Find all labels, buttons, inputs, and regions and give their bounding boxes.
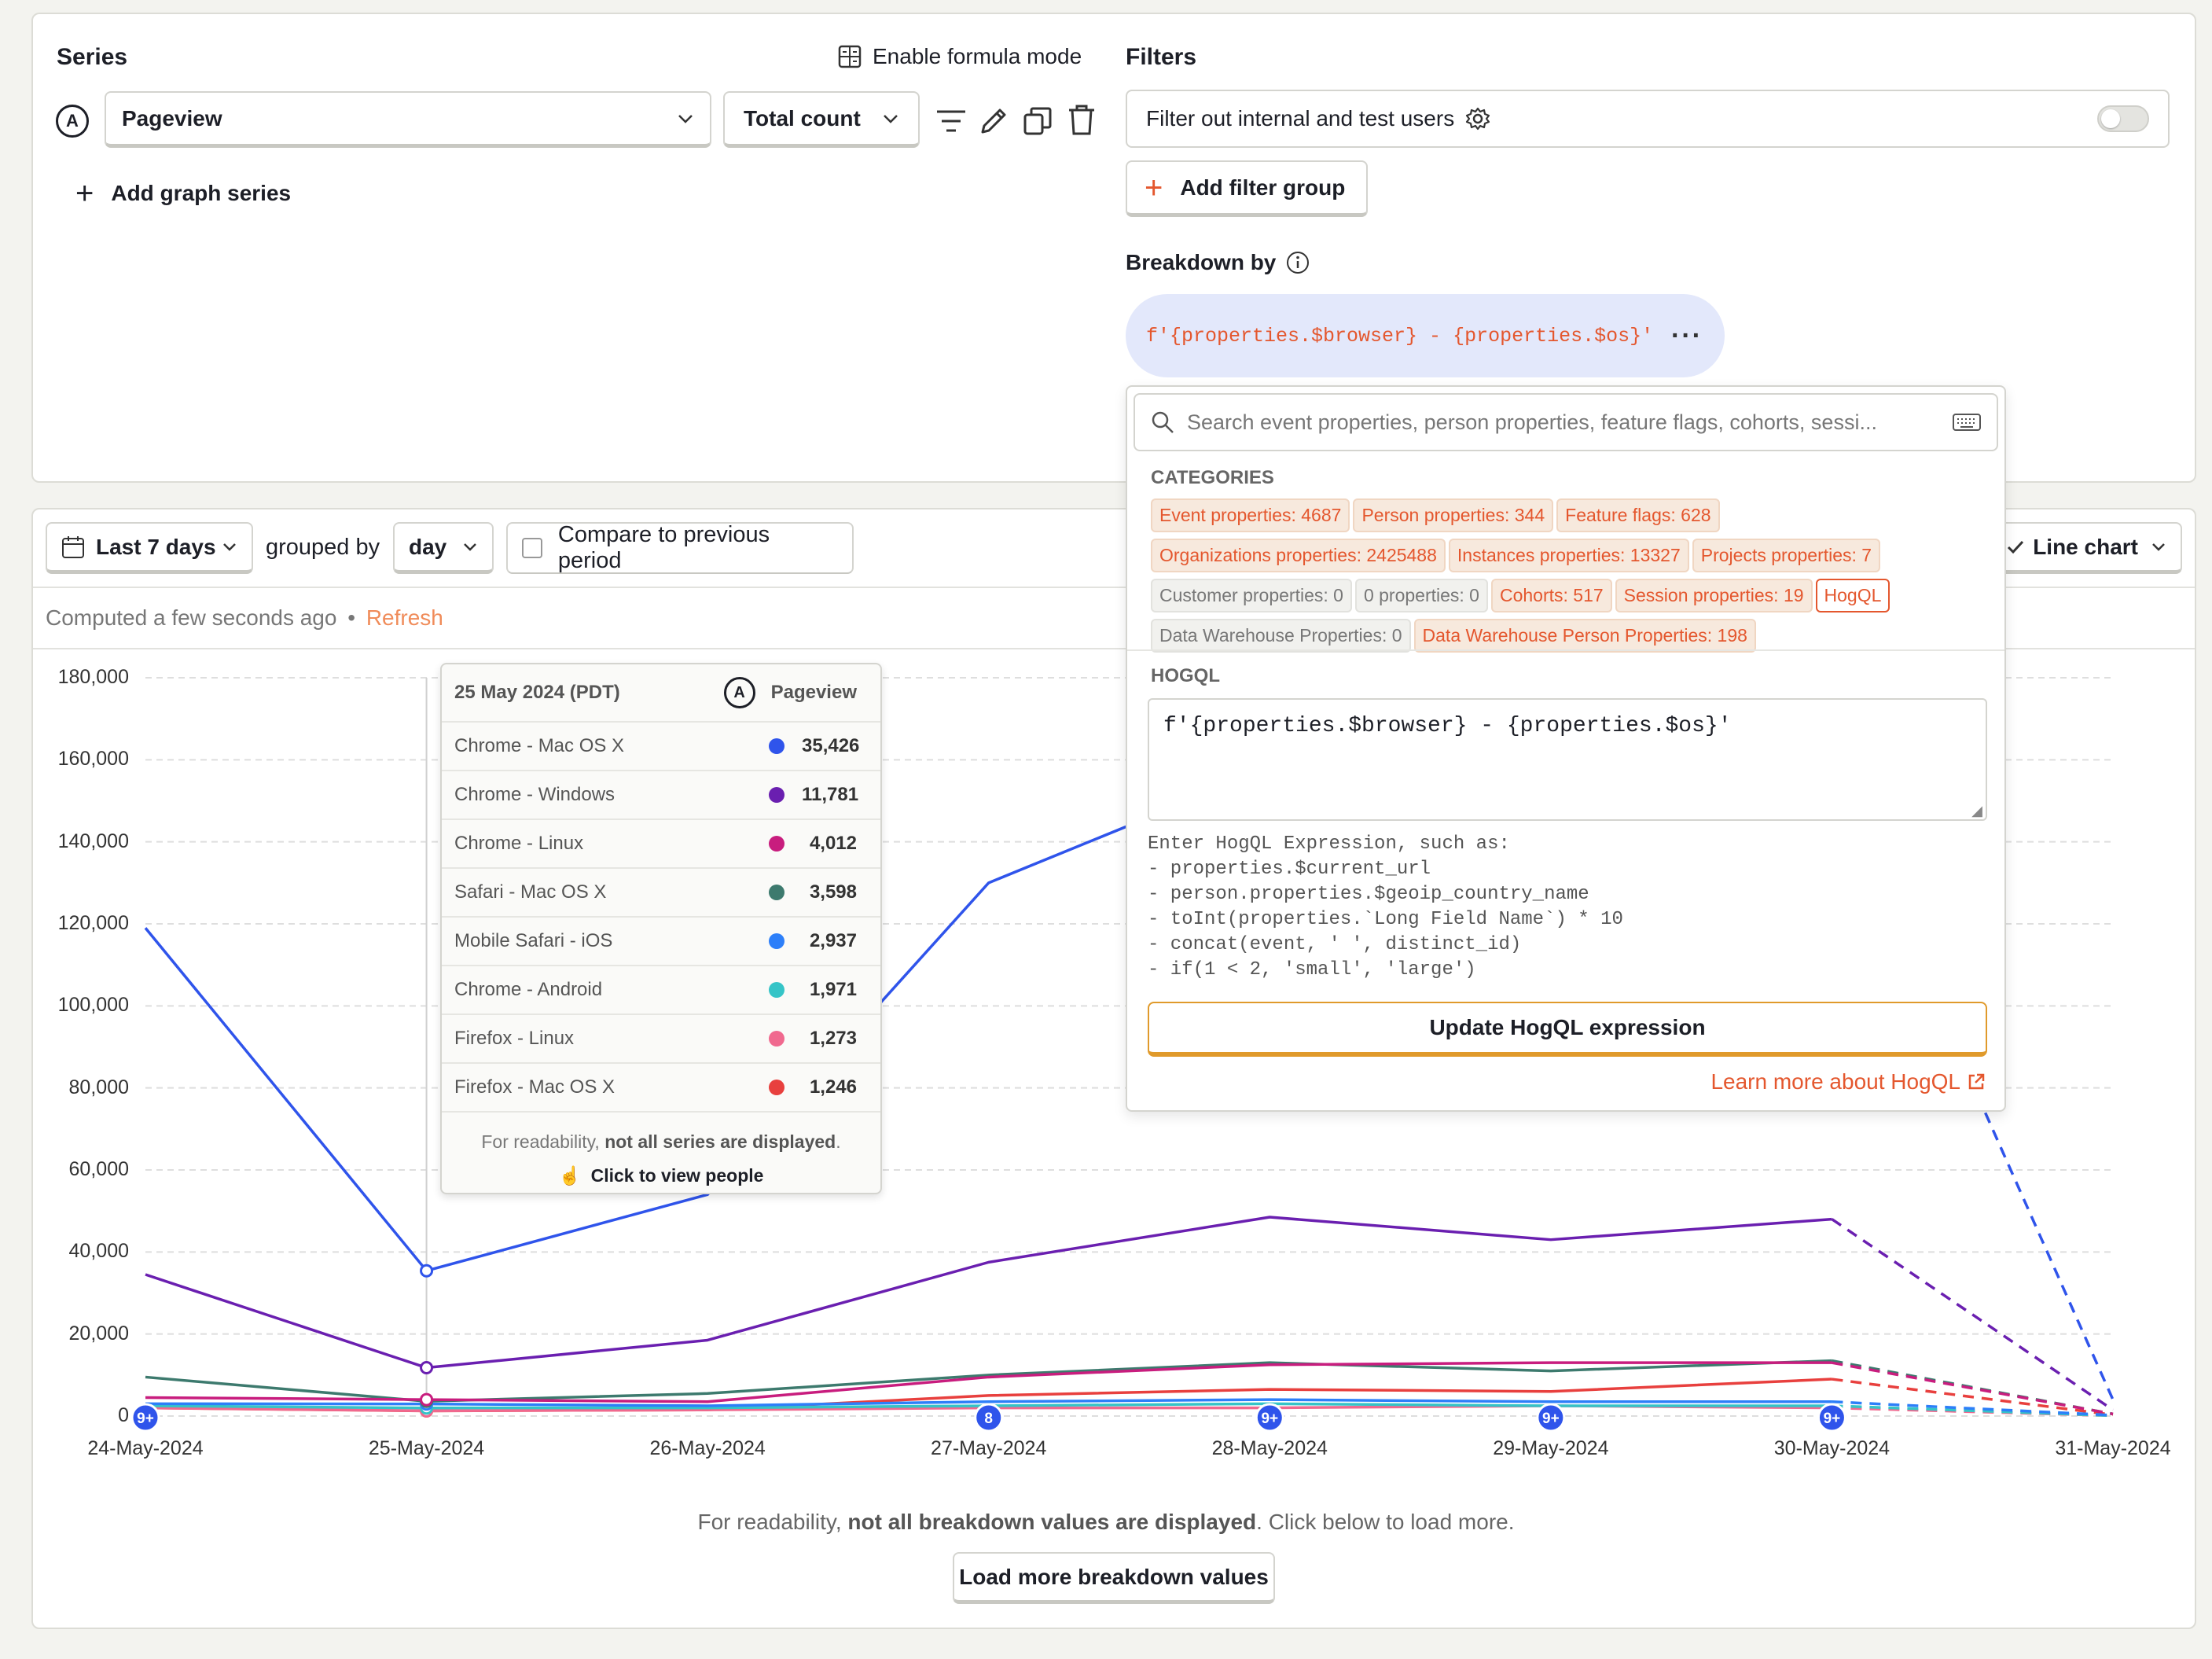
- tooltip-row-value: 2,937: [809, 930, 857, 951]
- hint-line: - if(1 < 2, 'small', 'large'): [1148, 959, 1476, 980]
- resize-handle-icon[interactable]: ◢: [1971, 803, 1982, 819]
- keyboard-icon[interactable]: [1953, 413, 1981, 432]
- tooltip-row-value: 35,426: [802, 735, 860, 756]
- hover-point: [420, 1264, 434, 1278]
- hint-line: - person.properties.$geoip_country_name: [1148, 884, 1589, 905]
- tooltip-row: Chrome - Windows 11,781: [442, 770, 880, 818]
- category-tag[interactable]: HogQL: [1815, 579, 1890, 612]
- tooltip-footer-bold: not all series are displayed: [604, 1131, 836, 1152]
- click-to-view-label: Click to view people: [590, 1165, 764, 1186]
- series-color-dot: [769, 1031, 784, 1047]
- tooltip-date: 25 May 2024 (PDT): [454, 682, 620, 703]
- update-hogql-button[interactable]: Update HogQL expression: [1148, 1002, 1987, 1057]
- category-tags: Event properties: 4687 Person properties:…: [1151, 498, 1992, 659]
- category-tag[interactable]: Customer properties: 0: [1151, 579, 1352, 612]
- category-tag[interactable]: Data Warehouse Properties: 0: [1151, 619, 1411, 653]
- category-tag[interactable]: 0 properties: 0: [1354, 579, 1488, 612]
- series-color-dot: [769, 885, 784, 900]
- category-tag[interactable]: Feature flags: 628: [1556, 498, 1720, 532]
- tooltip-footer-suffix: .: [836, 1131, 841, 1152]
- annotation-marker-label: 8: [984, 1411, 993, 1427]
- search-icon: [1152, 411, 1174, 433]
- hogql-textarea-value: f'{properties.$browser} - {properties.$o…: [1163, 714, 1732, 738]
- tooltip-row-value: 1,971: [809, 979, 857, 1000]
- tooltip-series-letter: A: [733, 683, 745, 701]
- hogql-hint: Enter HogQL Expression, such as: - proper…: [1148, 832, 1623, 983]
- hint-line: - concat(event, ' ', distinct_id): [1148, 934, 1522, 955]
- annotation-marker-label: 9+: [1824, 1411, 1841, 1427]
- category-tag[interactable]: Event properties: 4687: [1151, 498, 1350, 532]
- tooltip-row-name: Safari - Mac OS X: [454, 881, 607, 903]
- hover-point: [420, 1392, 434, 1407]
- tooltip-row-value: 3,598: [809, 881, 857, 903]
- hogql-heading: HOGQL: [1151, 665, 1220, 686]
- annotation-marker-label: 9+: [1261, 1411, 1278, 1427]
- tooltip-row-value: 11,781: [802, 784, 859, 805]
- load-more-breakdown-button[interactable]: Load more breakdown values: [953, 1552, 1275, 1604]
- note-suffix: . Click below to load more.: [1256, 1510, 1515, 1534]
- series-line-incomplete: [1831, 1218, 2114, 1411]
- tooltip-row: Firefox - Linux 1,273: [442, 1013, 880, 1062]
- external-link-icon: [1968, 1073, 1985, 1090]
- annotation-marker-label: 9+: [1542, 1411, 1560, 1427]
- popover-divider: [1127, 649, 2004, 651]
- category-tag[interactable]: Person properties: 344: [1353, 498, 1554, 532]
- tooltip-row-name: Chrome - Mac OS X: [454, 735, 625, 756]
- tooltip-row-value: 1,246: [809, 1076, 857, 1098]
- series-color-dot: [769, 933, 784, 949]
- hogql-textarea[interactable]: f'{properties.$browser} - {properties.$o…: [1148, 698, 1987, 821]
- pointer-icon: ☝: [558, 1165, 582, 1186]
- category-tag[interactable]: Data Warehouse Person Properties: 198: [1413, 619, 1756, 653]
- tooltip-row: Chrome - Linux 4,012: [442, 818, 880, 867]
- property-search[interactable]: Search event properties, person properti…: [1134, 393, 1998, 451]
- series-color-dot: [769, 1080, 784, 1095]
- category-tag[interactable]: Session properties: 19: [1615, 579, 1813, 612]
- tooltip-row-name: Firefox - Linux: [454, 1028, 575, 1049]
- series-color-dot: [769, 738, 784, 754]
- tooltip-row: Mobile Safari - iOS 2,937: [442, 916, 880, 965]
- tooltip-row: Firefox - Mac OS X 1,246: [442, 1062, 880, 1111]
- chart-tooltip: 25 May 2024 (PDT) A Pageview Chrome - Ma…: [440, 663, 882, 1194]
- tooltip-rows: Chrome - Mac OS X 35,426 Chrome - Windows 1…: [442, 721, 880, 1111]
- tooltip-header: 25 May 2024 (PDT) A Pageview: [442, 664, 880, 721]
- note-bold: not all breakdown values are displayed: [847, 1510, 1257, 1534]
- tooltip-row-name: Chrome - Windows: [454, 784, 615, 805]
- tooltip-row: Chrome - Android 1,971: [442, 965, 880, 1013]
- tooltip-footer: For readability, not all series are disp…: [442, 1111, 880, 1186]
- breakdown-limit-note: For readability, not all breakdown value…: [0, 1510, 2212, 1535]
- category-tag[interactable]: Instances properties: 13327: [1448, 539, 1689, 572]
- tooltip-row: Chrome - Mac OS X 35,426: [442, 721, 880, 770]
- series-color-dot: [769, 787, 784, 803]
- category-tag[interactable]: Projects properties: 7: [1692, 539, 1881, 572]
- search-input[interactable]: Search event properties, person properti…: [1187, 410, 1938, 435]
- series-line: [145, 1216, 1832, 1370]
- tooltip-row: Safari - Mac OS X 3,598: [442, 867, 880, 916]
- tooltip-row-value: 4,012: [809, 833, 857, 854]
- category-tag[interactable]: Organizations properties: 2425488: [1151, 539, 1446, 572]
- load-more-label: Load more breakdown values: [959, 1564, 1269, 1589]
- series-color-dot: [769, 836, 784, 852]
- taxonomic-popover: Search event properties, person properti…: [1126, 385, 2006, 1112]
- hover-point: [420, 1361, 434, 1375]
- hint-line: Enter HogQL Expression, such as:: [1148, 833, 1510, 855]
- tooltip-click-hint: ☝ Click to view people: [442, 1165, 880, 1186]
- tooltip-row-name: Firefox - Mac OS X: [454, 1076, 615, 1098]
- annotation-marker-label: 9+: [137, 1411, 154, 1427]
- tooltip-row-value: 1,273: [809, 1028, 857, 1049]
- tooltip-row-name: Chrome - Linux: [454, 833, 584, 854]
- learn-more-link[interactable]: Learn more about HogQL: [1710, 1069, 1986, 1094]
- update-hogql-label: Update HogQL expression: [1429, 1015, 1706, 1039]
- tooltip-row-name: Mobile Safari - iOS: [454, 930, 613, 951]
- hint-line: - properties.$current_url: [1148, 859, 1431, 880]
- tooltip-footer-prefix: For readability,: [481, 1131, 605, 1152]
- series-color-dot: [769, 982, 784, 998]
- note-prefix: For readability,: [697, 1510, 848, 1534]
- categories-heading: CATEGORIES: [1151, 467, 1274, 488]
- tooltip-row-name: Chrome - Android: [454, 979, 603, 1000]
- tooltip-series-name: Pageview: [770, 682, 857, 703]
- learn-more-label: Learn more about HogQL: [1710, 1069, 1960, 1094]
- tooltip-series-badge: A: [723, 677, 755, 708]
- category-tag[interactable]: Cohorts: 517: [1490, 579, 1612, 612]
- hint-line: - toInt(properties.`Long Field Name`) * …: [1148, 909, 1623, 930]
